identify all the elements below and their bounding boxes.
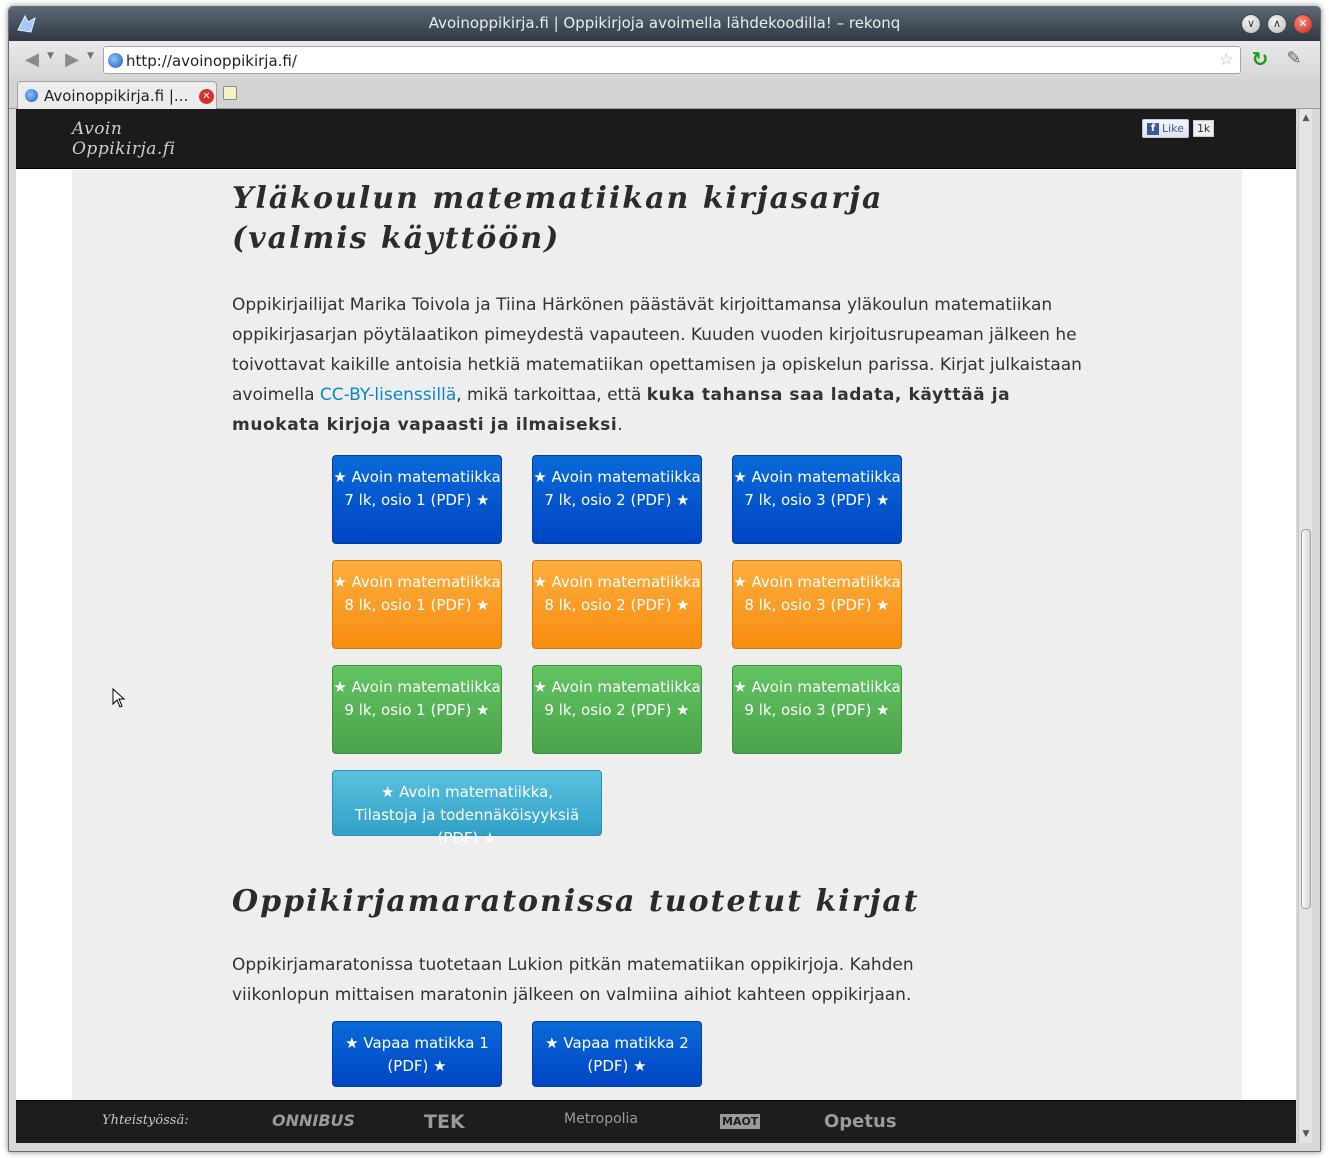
tab-label[interactable]: Avoinoppikirja.fi |... bbox=[44, 87, 188, 105]
facebook-icon: f bbox=[1147, 122, 1159, 135]
logo-line2: Oppikirja.fi bbox=[72, 139, 176, 159]
tab-favicon-icon bbox=[25, 89, 38, 102]
download-button-7-3[interactable]: ★ Avoin matematiikka 7 lk, osio 3 (PDF) … bbox=[732, 455, 902, 544]
facebook-like-button[interactable]: f Like bbox=[1142, 119, 1189, 138]
navigation-toolbar: ◀ ▼ ▶ ▼ http://avoinoppikirja.fi/ ☆ ↻ ✎ bbox=[9, 41, 1320, 79]
forward-arrow-icon[interactable]: ▶ bbox=[61, 49, 83, 71]
wrench-icon[interactable]: ✎ bbox=[1283, 48, 1305, 70]
like-label: Like bbox=[1162, 122, 1184, 135]
minimize-button[interactable]: ∨ bbox=[1241, 14, 1261, 34]
url-text[interactable]: http://avoinoppikirja.fi/ bbox=[126, 52, 297, 70]
address-bar[interactable]: http://avoinoppikirja.fi/ ☆ bbox=[103, 46, 1241, 74]
download-button-9-1[interactable]: ★ Avoin matematiikka 9 lk, osio 1 (PDF) … bbox=[332, 665, 502, 754]
bookmark-star-icon[interactable]: ☆ bbox=[1219, 50, 1234, 70]
scrollbar-thumb[interactable] bbox=[1301, 529, 1311, 909]
tab-close-icon[interactable]: ✕ bbox=[199, 89, 214, 104]
reload-icon[interactable]: ↻ bbox=[1249, 48, 1271, 70]
download-button-8-3[interactable]: ★ Avoin matematiikka 8 lk, osio 3 (PDF) … bbox=[732, 560, 902, 649]
tab-avoinoppikirja[interactable]: Avoinoppikirja.fi |... ✕ bbox=[17, 81, 217, 109]
forward-history-dropdown-icon[interactable]: ▼ bbox=[87, 51, 94, 61]
browser-window: Avoinoppikirja.fi | Oppikirjoja avoimell… bbox=[8, 6, 1321, 1152]
maximize-button[interactable]: ∧ bbox=[1267, 14, 1287, 34]
section-intro-ylakoulu: Oppikirjailijat Marika Toivola ja Tiina … bbox=[232, 290, 1102, 440]
vertical-scrollbar[interactable]: ▲ ▼ bbox=[1298, 109, 1312, 1143]
partner-tek-logo[interactable]: TEK bbox=[424, 1111, 465, 1133]
site-logo[interactable]: Avoin Oppikirja.fi bbox=[72, 119, 176, 159]
close-window-button[interactable]: ✕ bbox=[1293, 14, 1313, 34]
logo-line1: Avoin bbox=[72, 119, 123, 139]
site-header: Avoin Oppikirja.fi f Like 1k bbox=[16, 109, 1296, 169]
partners-label: Yhteistyössä: bbox=[102, 1113, 189, 1128]
partner-opetus-logo[interactable]: Opetus bbox=[824, 1111, 897, 1132]
intro-end-text: . bbox=[617, 415, 623, 435]
back-history-dropdown-icon[interactable]: ▼ bbox=[47, 51, 54, 61]
site-favicon-icon bbox=[108, 53, 123, 68]
facebook-like-widget[interactable]: f Like 1k bbox=[1142, 119, 1215, 138]
download-button-vapaa-matikka-2[interactable]: ★ Vapaa matikka 2 (PDF) ★ bbox=[532, 1021, 702, 1087]
back-arrow-icon[interactable]: ◀ bbox=[21, 49, 43, 71]
section-heading-ylakoulu: Yläkoulun matematiikan kirjasarja (valmi… bbox=[232, 181, 884, 256]
title-bar: Avoinoppikirja.fi | Oppikirjoja avoimell… bbox=[9, 7, 1320, 41]
like-count: 1k bbox=[1192, 120, 1215, 137]
site-footer: Yhteistyössä: ONNIBUS TEK Metropolia MAO… bbox=[16, 1100, 1296, 1143]
partner-onnibus-logo[interactable]: ONNIBUS bbox=[272, 1111, 355, 1130]
partner-metropolia-logo[interactable]: Metropolia bbox=[564, 1111, 638, 1127]
tab-bar: Avoinoppikirja.fi |... ✕ bbox=[9, 79, 1320, 109]
intro-middle-text: , mikä tarkoittaa, että bbox=[456, 385, 647, 405]
download-button-9-3[interactable]: ★ Avoin matematiikka 9 lk, osio 3 (PDF) … bbox=[732, 665, 902, 754]
mouse-cursor-icon bbox=[112, 688, 126, 708]
new-tab-icon[interactable] bbox=[223, 86, 237, 100]
download-button-vapaa-matikka-1[interactable]: ★ Vapaa matikka 1 (PDF) ★ bbox=[332, 1021, 502, 1087]
download-button-8-1[interactable]: ★ Avoin matematiikka 8 lk, osio 1 (PDF) … bbox=[332, 560, 502, 649]
web-content: Avoin Oppikirja.fi f Like 1k Yläkoulun m… bbox=[16, 109, 1296, 1143]
license-link[interactable]: CC-BY-lisenssillä bbox=[320, 385, 456, 405]
section-intro-maraton: Oppikirjamaratonissa tuotetaan Lukion pi… bbox=[232, 955, 914, 1005]
section-heading-maraton: Oppikirjamaratonissa tuotetut kirjat bbox=[232, 884, 920, 919]
window-title: Avoinoppikirja.fi | Oppikirjoja avoimell… bbox=[428, 14, 901, 32]
scroll-down-arrow-icon[interactable]: ▼ bbox=[1299, 1127, 1313, 1141]
scroll-up-arrow-icon[interactable]: ▲ bbox=[1299, 111, 1313, 125]
download-button-7-1[interactable]: ★ Avoin matematiikka 7 lk, osio 1 (PDF) … bbox=[332, 455, 502, 544]
download-button-7-2[interactable]: ★ Avoin matematiikka 7 lk, osio 2 (PDF) … bbox=[532, 455, 702, 544]
partner-maot-logo[interactable]: MAOT bbox=[720, 1114, 761, 1129]
download-button-8-2[interactable]: ★ Avoin matematiikka 8 lk, osio 2 (PDF) … bbox=[532, 560, 702, 649]
download-button-9-2[interactable]: ★ Avoin matematiikka 9 lk, osio 2 (PDF) … bbox=[532, 665, 702, 754]
download-button-tilastoja[interactable]: ★ Avoin matematiikka, Tilastoja ja toden… bbox=[332, 770, 602, 847]
